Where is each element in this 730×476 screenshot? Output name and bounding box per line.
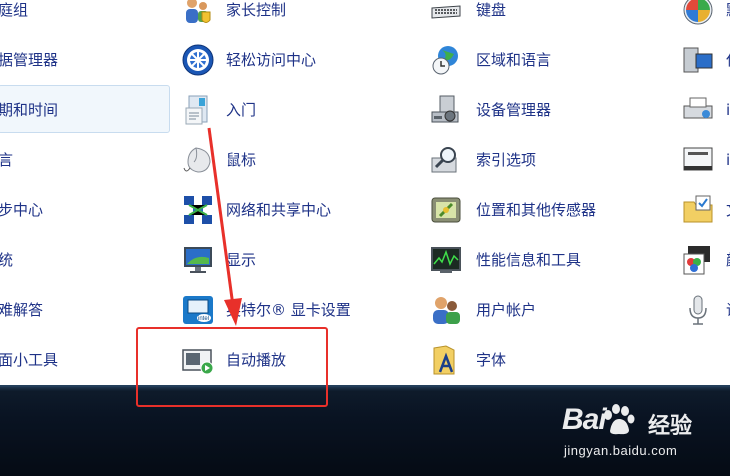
item-label: 期和时间 — [0, 101, 59, 119]
item-network-sharing[interactable]: 网络和共享中心 — [226, 190, 331, 230]
item-indexing-options[interactable]: 索引选项 — [476, 140, 536, 180]
control-panel-items: 庭组 据管理器 期和时间 言 步中心 统 难解答 面小工具 intel 家长控制… — [0, 0, 730, 385]
item-parental-controls[interactable]: 家长控制 — [226, 0, 286, 30]
speech-recognition-icon — [682, 294, 714, 326]
item-label: i — [726, 101, 730, 119]
item-tasks[interactable]: 任 — [726, 40, 730, 80]
network-sharing-icon — [182, 194, 214, 226]
item-fonts[interactable]: 字体 — [476, 340, 506, 380]
indexing-options-icon — [430, 144, 462, 176]
item-keyboard[interactable]: 键盘 — [476, 0, 506, 30]
item-homegroup[interactable]: 庭组 — [0, 0, 28, 30]
item-folder-options[interactable]: 文 — [726, 190, 730, 230]
printer-icon — [682, 94, 714, 126]
item-user-accounts[interactable]: 用户帐户 — [476, 290, 536, 330]
item-label: i — [726, 151, 730, 169]
item-label: 网络和共享中心 — [226, 201, 332, 219]
display-icon — [182, 244, 214, 276]
keyboard-icon — [430, 0, 462, 26]
paw-logo-icon — [604, 404, 635, 435]
mouse-icon — [182, 144, 214, 176]
item-label: 默 — [726, 0, 730, 20]
item-language[interactable]: 言 — [0, 140, 13, 180]
item-label: 用户帐户 — [476, 301, 537, 319]
item-mouse[interactable]: 鼠标 — [226, 140, 256, 180]
item-ease-of-access[interactable]: 轻松访问中心 — [226, 40, 316, 80]
item-label: 设备管理器 — [476, 101, 552, 119]
item-label: 文 — [726, 200, 730, 220]
svg-text:intel: intel — [198, 316, 209, 322]
device-manager-icon — [430, 94, 462, 126]
item-data-manager[interactable]: 据管理器 — [0, 40, 58, 80]
intel-graphics-icon: intel — [182, 294, 214, 326]
baidu-watermark: Bai 经验 jingyan.baidu.com — [562, 397, 702, 467]
item-label: 英特尔® 显卡设置 — [226, 301, 351, 319]
item-label: 言 — [0, 151, 14, 169]
item-label: 据管理器 — [0, 51, 59, 69]
item-label: 位置和其他传感器 — [476, 201, 597, 219]
color-management-icon — [682, 244, 714, 276]
item-date-time[interactable]: 期和时间 — [0, 90, 58, 130]
item-label: 任 — [726, 50, 730, 70]
item-default-programs[interactable]: 默 — [726, 0, 730, 30]
region-language-icon — [430, 44, 462, 76]
item-desktop-gadgets[interactable]: 面小工具 — [0, 340, 58, 380]
item-device-manager[interactable]: 设备管理器 — [476, 90, 551, 130]
item-label: 鼠标 — [226, 151, 257, 169]
taskbar-icon — [682, 144, 714, 176]
item-label: 统 — [0, 251, 14, 269]
default-programs-icon — [682, 0, 714, 26]
item-performance-tools[interactable]: 性能信息和工具 — [476, 240, 581, 280]
item-color-management[interactable]: 颜 — [726, 240, 730, 280]
item-display[interactable]: 显示 — [226, 240, 256, 280]
item-label: 颜 — [726, 250, 730, 270]
item-speech-recognition[interactable]: 语 — [726, 290, 730, 330]
annotation-box — [136, 327, 328, 407]
item-label: 面小工具 — [0, 351, 59, 369]
item-location-sensors[interactable]: 位置和其他传感器 — [476, 190, 596, 230]
ease-of-access-icon — [182, 44, 214, 76]
item-label: 字体 — [476, 351, 507, 369]
fonts-icon — [430, 344, 462, 376]
getting-started-icon — [182, 94, 214, 126]
item-troubleshooting[interactable]: 难解答 — [0, 290, 43, 330]
computer-icon — [682, 44, 714, 76]
location-sensors-icon — [430, 194, 462, 226]
user-accounts-icon — [430, 294, 462, 326]
item-label: 步中心 — [0, 201, 44, 219]
item-getting-started[interactable]: 入门 — [226, 90, 256, 130]
watermark-site: jingyan.baidu.com — [564, 443, 678, 458]
item-region-language[interactable]: 区域和语言 — [476, 40, 551, 80]
item-label: 索引选项 — [476, 151, 537, 169]
item-intel-graphics[interactable]: 英特尔® 显卡设置 — [226, 290, 351, 330]
item-label: 区域和语言 — [476, 51, 552, 69]
item-label: 家长控制 — [226, 1, 287, 19]
item-label: 语 — [726, 300, 730, 320]
item-label: 难解答 — [0, 301, 44, 319]
folder-options-icon — [682, 194, 714, 226]
item-label: 轻松访问中心 — [226, 51, 317, 69]
item-label: 显示 — [226, 251, 257, 269]
item-taskbar-start[interactable]: i — [726, 140, 730, 180]
taskbar-glow — [0, 385, 730, 391]
performance-icon — [430, 244, 462, 276]
watermark-brand-cn: 经验 — [648, 414, 693, 439]
parental-control-icon — [182, 0, 214, 26]
item-label: 庭组 — [0, 1, 29, 19]
item-label: 键盘 — [476, 1, 507, 19]
item-label: 入门 — [226, 101, 257, 119]
item-sync-center[interactable]: 步中心 — [0, 190, 43, 230]
item-system[interactable]: 统 — [0, 240, 13, 280]
item-devices-printers[interactable]: i — [726, 90, 730, 130]
item-label: 性能信息和工具 — [476, 251, 582, 269]
